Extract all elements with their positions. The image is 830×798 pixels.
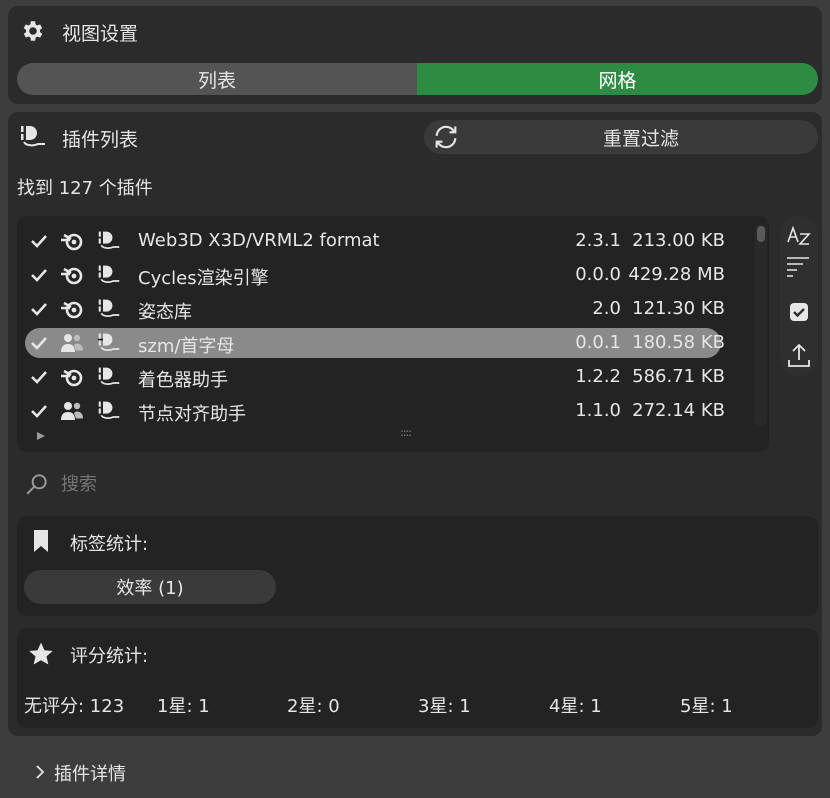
rating-1star: 1星: 1 <box>157 696 210 717</box>
plugin-row[interactable]: Web3D X3D/VRML2 format 2.3.1 213.00 KB <box>25 226 725 256</box>
tag-label: 效率 (1) <box>116 578 184 599</box>
plugin-name: 节点对齐助手 <box>138 404 246 425</box>
plugin-name: Web3D X3D/VRML2 format <box>138 230 380 251</box>
reset-filter-label: 重置过滤 <box>602 127 679 150</box>
view-list-button[interactable]: 列表 <box>17 63 417 95</box>
tag-stats-title: 标签统计: <box>70 534 149 555</box>
view-settings-title: 视图设置 <box>62 23 139 45</box>
bookmark-icon <box>31 528 51 554</box>
plugin-row[interactable]: 节点对齐助手 1.1.0 272.14 KB <box>25 396 725 426</box>
plugin-version: 0.0.1 <box>575 332 621 353</box>
enabled-check-icon[interactable] <box>29 231 49 251</box>
plugin-version: 1.1.0 <box>575 400 621 421</box>
enabled-check-icon[interactable] <box>29 367 49 387</box>
tag-stats-section: 标签统计: 效率 (1) <box>17 516 818 616</box>
view-settings-panel: 视图设置 列表 网格 <box>8 6 822 104</box>
users-icon <box>59 332 85 354</box>
view-grid-label: 网格 <box>598 69 637 92</box>
plugin-row[interactable]: szm/首字母 0.0.1 180.58 KB <box>25 328 725 358</box>
rating-3star: 3星: 1 <box>418 696 471 717</box>
plugin-name: 姿态库 <box>138 302 192 323</box>
search-input[interactable] <box>61 470 661 498</box>
enabled-check-icon[interactable] <box>29 401 49 421</box>
search-icon <box>23 470 51 498</box>
plugin-list-panel: 插件列表 重置过滤 找到 127 个插件 Web3D X3D/VRML2 for… <box>8 112 822 736</box>
export-icon[interactable] <box>786 340 812 370</box>
blender-icon <box>59 298 85 320</box>
plugin-icon <box>18 122 48 150</box>
rating-5star: 5星: 1 <box>680 696 733 717</box>
refresh-icon <box>432 123 460 151</box>
plugin-version: 0.0.0 <box>575 264 621 285</box>
plugin-list: Web3D X3D/VRML2 format 2.3.1 213.00 KB Cycl… <box>17 216 769 452</box>
plugin-icon <box>95 365 123 389</box>
blender-icon <box>59 264 85 286</box>
rating-4star: 4星: 1 <box>549 696 602 717</box>
users-icon <box>59 400 85 422</box>
rating-2star: 2星: 0 <box>287 696 340 717</box>
enabled-check-icon[interactable] <box>29 299 49 319</box>
plugin-icon <box>95 331 123 355</box>
checkbox-icon[interactable] <box>787 300 811 324</box>
enabled-check-icon[interactable] <box>29 265 49 285</box>
reset-filter-button[interactable]: 重置过滤 <box>424 120 818 154</box>
plugin-name: szm/首字母 <box>138 336 235 357</box>
rating-stats-title: 评分统计: <box>70 646 149 667</box>
plugin-size: 180.58 KB <box>632 332 725 353</box>
plugin-list-title: 插件列表 <box>62 129 139 151</box>
plugin-details-header[interactable]: 插件详情 <box>8 746 822 798</box>
chevron-right-icon <box>32 762 48 782</box>
plugin-icon <box>95 399 123 423</box>
rating-stats-section: 评分统计: 无评分: 123 1星: 1 2星: 0 3星: 1 4星: 1 5… <box>17 628 818 728</box>
plugin-size: 272.14 KB <box>632 400 725 421</box>
plugin-size: 121.30 KB <box>632 298 725 319</box>
scrollbar[interactable] <box>755 224 767 426</box>
tag-pill[interactable]: 效率 (1) <box>24 570 276 604</box>
gear-icon <box>20 18 46 44</box>
enabled-check-icon[interactable] <box>29 333 49 353</box>
scrollbar-thumb[interactable] <box>757 226 765 242</box>
blender-icon <box>59 230 85 252</box>
star-icon <box>27 640 55 668</box>
plugin-icon <box>95 263 123 287</box>
expand-triangle-icon[interactable] <box>35 430 47 442</box>
plugin-version: 2.0 <box>592 298 621 319</box>
sort-alpha-icon[interactable] <box>784 220 814 280</box>
plugin-version: 2.3.1 <box>575 230 621 251</box>
plugin-row[interactable]: Cycles渲染引擎 0.0.0 429.28 MB <box>25 260 725 290</box>
resize-grip[interactable]: :::: <box>400 426 412 439</box>
found-count: 找到 127 个插件 <box>17 178 153 199</box>
blender-icon <box>59 366 85 388</box>
plugin-name: Cycles渲染引擎 <box>138 268 269 289</box>
list-side-tools <box>780 216 818 376</box>
plugin-icon <box>95 229 123 253</box>
plugin-row[interactable]: 姿态库 2.0 121.30 KB <box>25 294 725 324</box>
view-list-label: 列表 <box>197 69 236 92</box>
view-grid-button[interactable]: 网格 <box>417 63 818 95</box>
plugin-version: 1.2.2 <box>575 366 621 387</box>
plugin-size: 213.00 KB <box>632 230 725 251</box>
plugin-size: 429.28 MB <box>628 264 725 285</box>
plugin-name: 着色器助手 <box>138 370 228 391</box>
plugin-size: 586.71 KB <box>632 366 725 387</box>
rating-none: 无评分: 123 <box>24 696 125 717</box>
plugin-details-label: 插件详情 <box>54 764 126 785</box>
search-bar[interactable] <box>17 464 813 504</box>
plugin-row[interactable]: 着色器助手 1.2.2 586.71 KB <box>25 362 725 392</box>
plugin-icon <box>95 297 123 321</box>
